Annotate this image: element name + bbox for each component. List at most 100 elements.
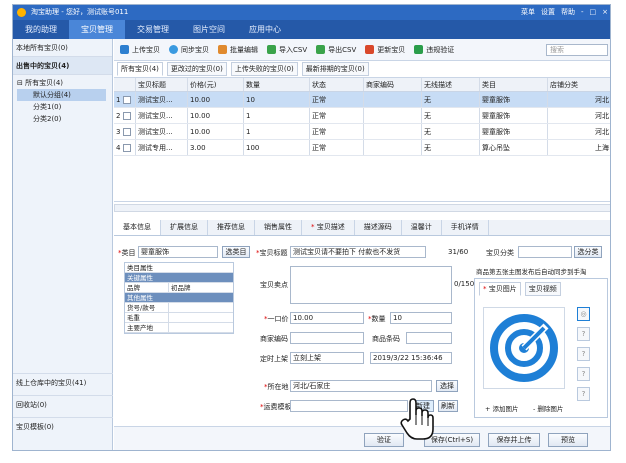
tab-description[interactable]: * 宝贝描述 xyxy=(302,220,355,235)
sidebar-item-warehouse[interactable]: 线上仓库中的宝贝(41) xyxy=(13,373,113,391)
tree-item-cat2[interactable]: 分类2(0) xyxy=(17,113,112,125)
tab-scheduled-items[interactable]: 最新排期的宝贝(0) xyxy=(301,62,369,76)
attr-value[interactable]: 初品牌 xyxy=(169,283,191,292)
category-select[interactable]: 婴童服饰 xyxy=(138,246,218,258)
menu-link[interactable]: 菜单 xyxy=(521,5,535,20)
import-csv-button[interactable]: 导入CSV xyxy=(267,45,307,55)
batch-edit-button[interactable]: 批量编辑 xyxy=(218,45,258,55)
sync-button[interactable]: 同步宝贝 xyxy=(169,45,209,55)
image-thumb[interactable]: ? xyxy=(577,327,590,341)
row-checkbox[interactable] xyxy=(122,112,131,120)
tab-mobile-detail[interactable]: 手机详情 xyxy=(442,220,489,235)
table-row[interactable]: 1 测试宝贝... 10.00 10 正常 无 婴童服饰 河北 xyxy=(114,92,610,108)
tab-item-management[interactable]: 宝贝管理 xyxy=(69,20,125,39)
sidebar-item-templates[interactable]: 宝贝模板(0) xyxy=(13,417,113,435)
verify-button[interactable]: 验证 xyxy=(364,433,404,447)
row-checkbox[interactable] xyxy=(122,96,131,104)
tab-changed-items[interactable]: 更改过的宝贝(0) xyxy=(166,62,227,76)
price-input[interactable]: 10.00 xyxy=(290,312,364,324)
tab-image-space[interactable]: 图片空间 xyxy=(181,20,237,39)
refresh-shipping-button[interactable]: 刷新 xyxy=(438,400,458,412)
tab-my-assistant[interactable]: 我的助理 xyxy=(13,20,69,39)
tab-item-images[interactable]: * 宝贝图片 xyxy=(479,282,521,296)
row-select[interactable]: 2 xyxy=(114,108,136,123)
location-input[interactable]: 河北/石家庄 xyxy=(290,380,432,392)
attr-value[interactable] xyxy=(169,303,171,312)
close-button[interactable]: × xyxy=(602,5,608,20)
table-row[interactable]: 2 测试宝贝... 10.00 1 正常 无 婴童服饰 河北 xyxy=(114,108,610,124)
attr-row[interactable]: 货号/款号 xyxy=(125,303,233,313)
maximize-button[interactable]: □ xyxy=(590,5,597,20)
col-qty[interactable]: 数量 xyxy=(244,78,310,91)
attr-value[interactable] xyxy=(169,323,171,332)
settings-link[interactable]: 设置 xyxy=(541,5,555,20)
shop-category-input[interactable] xyxy=(518,246,572,258)
tab-failed-items[interactable]: 上传失败的宝贝(0) xyxy=(230,62,298,76)
table-row[interactable]: 4 测试专用... 3.00 100 正常 无 算心吊坠 上海 xyxy=(114,140,610,156)
row-select[interactable]: 1 xyxy=(114,92,136,107)
preview-button[interactable]: 预览 xyxy=(548,433,588,447)
tree-item-default[interactable]: 默认分组(4) xyxy=(17,89,106,101)
tab-trade-management[interactable]: 交易管理 xyxy=(125,20,181,39)
image-thumb[interactable]: ◎ xyxy=(577,307,590,321)
image-thumb[interactable]: ? xyxy=(577,387,590,401)
tab-all-items[interactable]: 所有宝贝(4) xyxy=(117,62,163,76)
col-wireless[interactable]: 无线描述 xyxy=(422,78,480,91)
export-csv-button[interactable]: 导出CSV xyxy=(316,45,356,55)
row-checkbox[interactable] xyxy=(122,128,131,136)
tree-item-cat1[interactable]: 分类1(0) xyxy=(17,101,112,113)
add-image-button[interactable]: + 添加图片 xyxy=(485,403,519,413)
sidebar-item-local[interactable]: 本地所有宝贝(0) xyxy=(13,39,112,57)
attr-value[interactable] xyxy=(169,313,171,322)
save-upload-button[interactable]: 保存并上传 xyxy=(488,433,540,447)
select-category-button[interactable]: 选类目 xyxy=(222,246,250,258)
attr-row[interactable]: 品牌 初品牌 xyxy=(125,283,233,293)
image-thumb[interactable]: ? xyxy=(577,367,590,381)
listing-datetime-input[interactable]: 2019/3/22 15:36:46 xyxy=(370,352,452,364)
main-image[interactable] xyxy=(483,307,565,389)
shipping-template-select[interactable] xyxy=(290,400,408,412)
tab-item-video[interactable]: 宝贝视频 xyxy=(524,282,561,296)
tab-basic-info[interactable]: 基本信息 xyxy=(114,220,161,235)
tree-item-all[interactable]: ⊟ 所有宝贝(4) xyxy=(17,77,112,89)
tab-extended-info[interactable]: 扩展信息 xyxy=(161,220,208,235)
col-select[interactable] xyxy=(114,78,136,91)
tab-recommend-info[interactable]: 推荐信息 xyxy=(208,220,255,235)
col-shop-category[interactable]: 店铺分类 xyxy=(548,78,610,91)
horizontal-scrollbar[interactable] xyxy=(114,204,610,212)
table-row[interactable]: 3 测试宝贝... 10.00 1 正常 无 婴童服饰 河北 xyxy=(114,124,610,140)
qty-input[interactable]: 10 xyxy=(390,312,452,324)
tab-warm[interactable]: 温馨计 xyxy=(402,220,442,235)
col-code[interactable]: 商家编码 xyxy=(364,78,422,91)
attr-row[interactable]: 主要产地 xyxy=(125,323,233,333)
col-price[interactable]: 价格(元) xyxy=(188,78,244,91)
sidebar-item-selling[interactable]: 出售中的宝贝(4) xyxy=(13,57,112,75)
basic-info-form: *类目 婴童服饰 选类目 *宝贝标题 测试宝贝请不要拍下 付款也不发货 31/6… xyxy=(114,236,610,426)
tab-app-center[interactable]: 应用中心 xyxy=(237,20,293,39)
minimize-button[interactable]: - xyxy=(581,5,584,20)
row-select[interactable]: 3 xyxy=(114,124,136,139)
col-title[interactable]: 宝贝标题 xyxy=(136,78,188,91)
barcode-input[interactable] xyxy=(406,332,452,344)
search-input[interactable]: 搜索 xyxy=(546,44,608,56)
sellpoint-textarea[interactable] xyxy=(290,266,452,304)
col-category[interactable]: 类目 xyxy=(480,78,548,91)
merchant-code-input[interactable] xyxy=(290,332,364,344)
update-item-button[interactable]: 更新宝贝 xyxy=(365,45,405,55)
upload-button[interactable]: 上传宝贝 xyxy=(120,45,160,55)
tab-sales-attr[interactable]: 销售属性 xyxy=(255,220,302,235)
image-thumb[interactable]: ? xyxy=(577,347,590,361)
violation-check-button[interactable]: 违规验证 xyxy=(414,45,454,55)
attr-row[interactable]: 毛重 xyxy=(125,313,233,323)
col-status[interactable]: 状态 xyxy=(310,78,364,91)
help-link[interactable]: 帮助 xyxy=(561,5,575,20)
tab-desc-source[interactable]: 描述源码 xyxy=(355,220,402,235)
row-select[interactable]: 4 xyxy=(114,140,136,155)
select-location-button[interactable]: 选择 xyxy=(436,380,458,392)
select-shop-category-button[interactable]: 选分类 xyxy=(574,246,602,258)
title-input[interactable]: 测试宝贝请不要拍下 付款也不发货 xyxy=(290,246,426,258)
delete-image-button[interactable]: - 删除图片 xyxy=(533,403,563,413)
listing-mode-select[interactable]: 立刻上架 xyxy=(290,352,364,364)
row-checkbox[interactable] xyxy=(122,144,131,152)
sidebar-item-recycle[interactable]: 回收站(0) xyxy=(13,395,113,413)
